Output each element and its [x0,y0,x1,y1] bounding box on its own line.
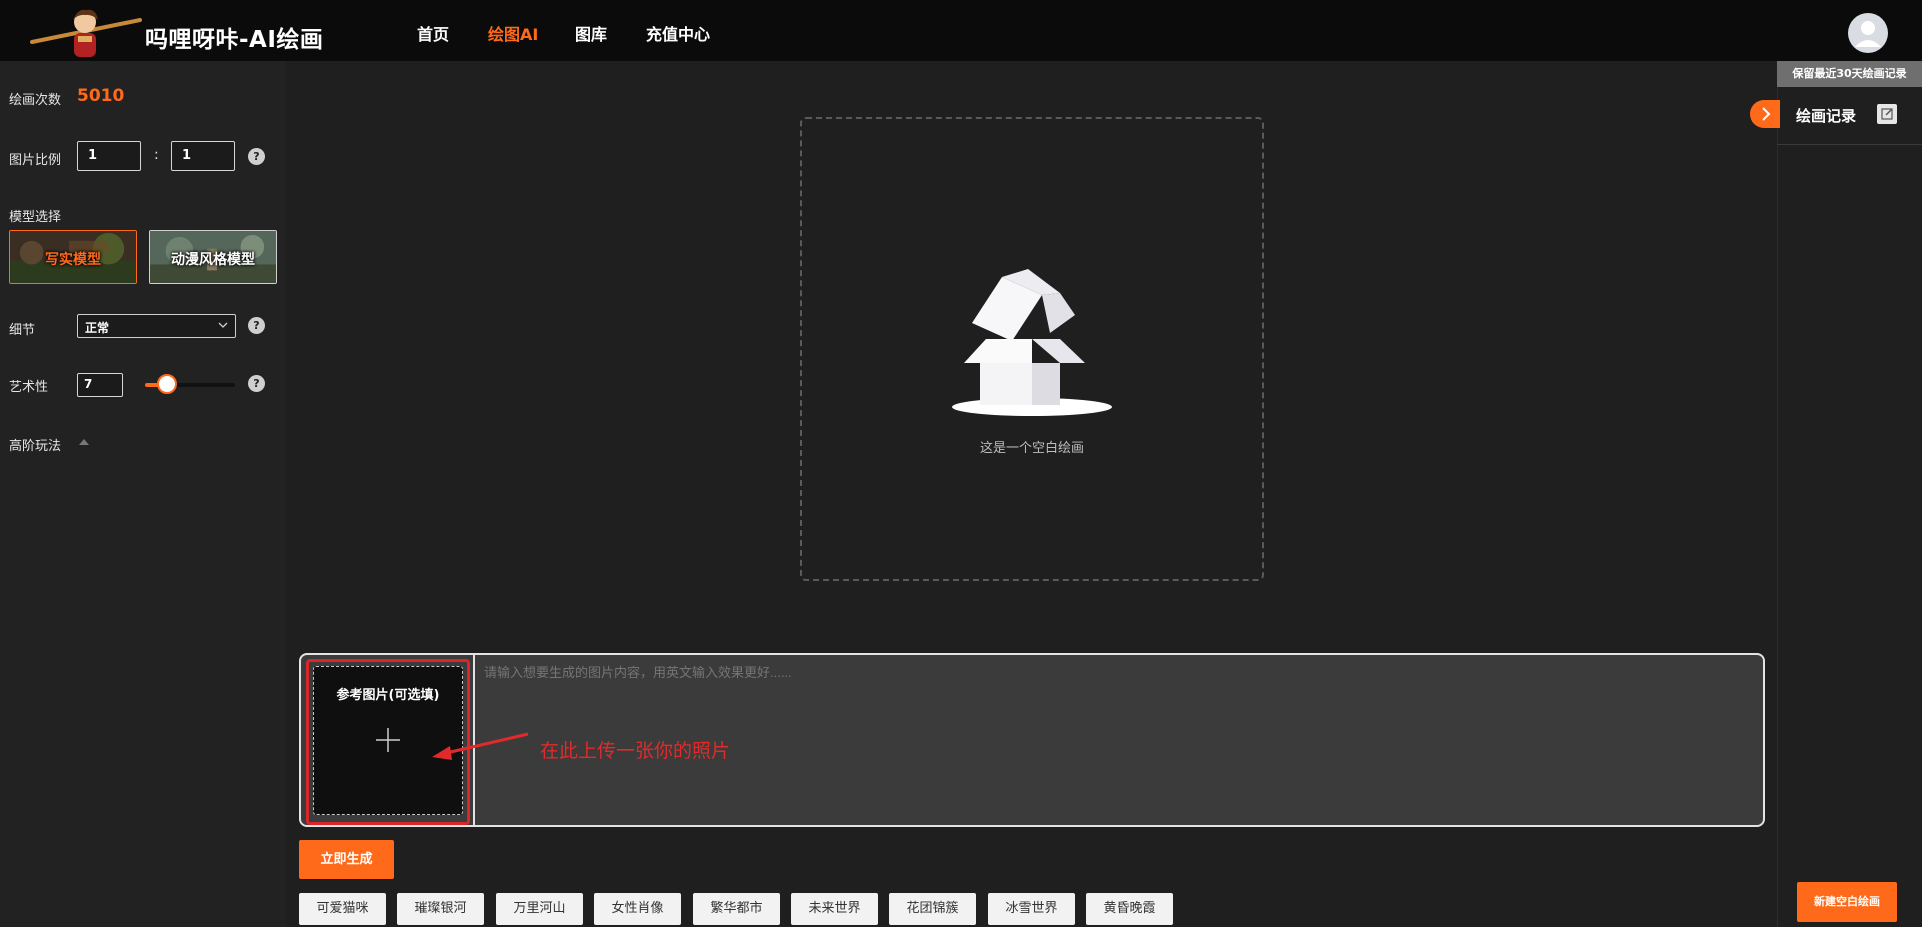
tag-button[interactable]: 黄昏晚霞 [1086,893,1173,925]
nav-recharge[interactable]: 充值中心 [646,21,710,45]
history-title: 绘画记录 [1796,107,1857,125]
nav-home[interactable]: 首页 [417,21,449,45]
art-slider-handle[interactable] [157,374,177,394]
model-name-anime: 动漫风格模型 [171,252,255,268]
nav-gallery[interactable]: 图库 [575,21,607,45]
tag-button[interactable]: 女性肖像 [594,893,681,925]
prompt-input[interactable] [484,665,1754,680]
tag-button[interactable]: 繁华都市 [693,893,780,925]
model-card-realistic[interactable]: 写实模型 [9,230,137,284]
user-icon [1855,21,1881,47]
brand-title: 吗哩呀咔-AI绘画 [145,27,324,53]
settings-sidebar [0,61,286,927]
art-label: 艺术性 [9,380,49,395]
art-value-input[interactable]: 7 [77,373,123,397]
history-retention-note: 保留最近30天绘画记录 [1777,61,1922,87]
tag-button[interactable]: 冰雪世界 [988,893,1075,925]
generate-button[interactable]: 立即生成 [299,840,394,879]
panel-toggle-button[interactable] [1750,100,1780,128]
chevron-down-icon [218,322,228,328]
advanced-label[interactable]: 高阶玩法 [9,435,61,454]
tag-button[interactable]: 未来世界 [791,893,878,925]
annotation-arrow-icon [432,732,529,760]
annotation-text: 在此上传一张你的照片 [540,740,731,762]
ratio-colon: : [154,147,159,163]
detail-select[interactable]: 正常 [77,314,236,338]
caret-up-icon[interactable] [79,439,89,445]
tag-button[interactable]: 万里河山 [496,893,583,925]
model-label: 模型选择 [9,210,62,225]
ratio-label: 图片比例 [9,153,62,168]
draw-count-value: 5010 [77,86,125,106]
model-card-anime[interactable]: 动漫风格模型 [149,230,277,284]
tag-button[interactable]: 花团锦簇 [889,893,976,925]
empty-box-icon [952,269,1112,416]
upload-title: 参考图片(可选填) [336,688,440,703]
tag-button[interactable]: 璀璨银河 [397,893,484,925]
ratio-width-input[interactable]: 1 [77,141,141,171]
detail-label: 细节 [9,323,36,338]
history-divider [1777,144,1922,145]
history-panel [1777,61,1922,927]
nav-draw-ai[interactable]: 绘图AI [488,21,538,45]
ratio-help-icon[interactable]: ? [248,148,265,165]
edit-icon[interactable] [1877,104,1897,124]
detail-select-value: 正常 [85,321,110,335]
top-navbar: 吗哩呀咔-AI绘画 首页 绘图AI 图库 充值中心 [0,0,1922,61]
detail-help-icon[interactable]: ? [248,317,265,334]
plus-icon[interactable] [375,727,401,753]
new-blank-drawing-button[interactable]: 新建空白绘画 [1797,882,1897,922]
model-name-realistic: 写实模型 [45,252,101,268]
ratio-height-input[interactable]: 1 [171,141,235,171]
logo-mascot-icon [30,9,142,57]
empty-canvas-text: 这是一个空白绘画 [979,441,1084,456]
draw-count-label: 绘画次数 [9,93,62,108]
art-help-icon[interactable]: ? [248,375,265,392]
tag-button[interactable]: 可爱猫咪 [299,893,386,925]
edit-pencil-icon [1881,108,1893,120]
chevron-right-icon [1762,107,1771,121]
user-avatar[interactable] [1848,13,1888,53]
